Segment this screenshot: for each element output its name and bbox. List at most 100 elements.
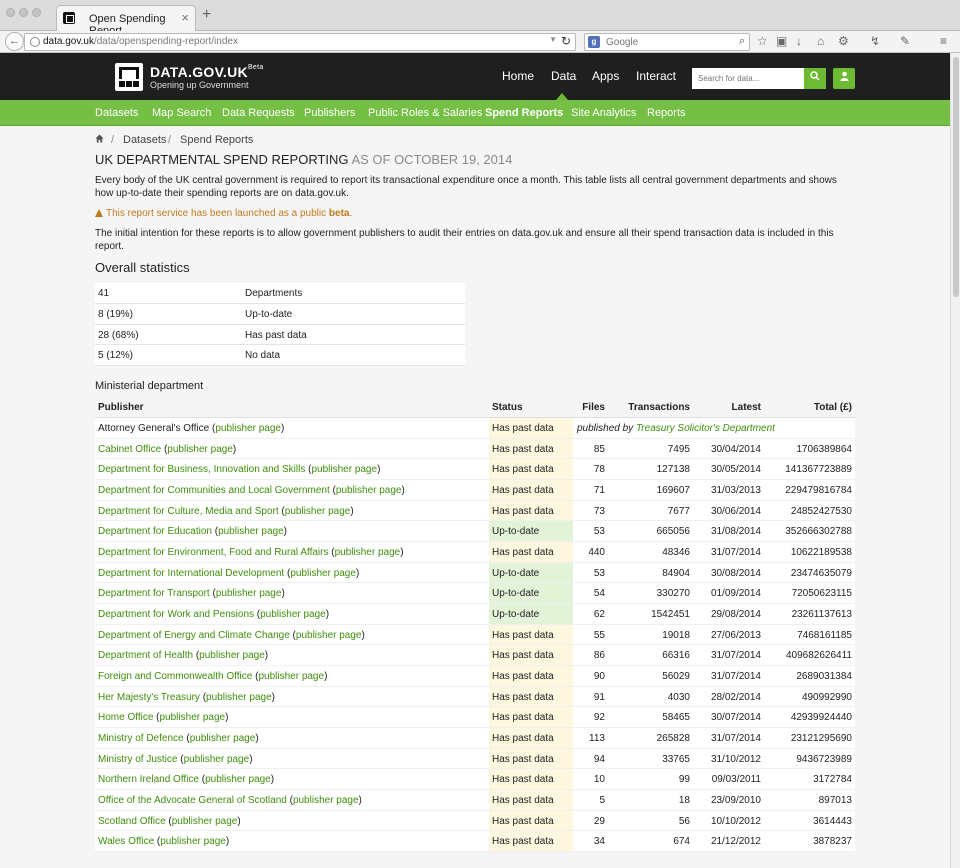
scrollbar-thumb[interactable]: [953, 57, 959, 297]
publisher-page-link[interactable]: publisher page: [215, 423, 281, 434]
publisher-name[interactable]: Wales Office: [98, 836, 154, 847]
site-search-button[interactable]: [804, 68, 826, 89]
breadcrumb-separator: /: [168, 134, 172, 146]
publisher-page-link[interactable]: publisher page: [293, 795, 359, 806]
publisher-name[interactable]: Department for Communities and Local Gov…: [98, 485, 330, 496]
publisher-page-link[interactable]: publisher page: [218, 526, 284, 537]
subnav-publishers[interactable]: Publishers: [304, 107, 355, 119]
window-minimize-button[interactable]: [19, 8, 28, 17]
reload-icon[interactable]: ↻: [561, 34, 571, 48]
publisher-name[interactable]: Department for Culture, Media and Sport: [98, 506, 279, 517]
home-icon[interactable]: ⌂: [817, 34, 824, 48]
publisher-page-link[interactable]: publisher page: [216, 588, 282, 599]
user-account-button[interactable]: [833, 68, 855, 89]
subnav-map-search[interactable]: Map Search: [152, 107, 211, 119]
page-scrollbar[interactable]: [950, 53, 960, 868]
publisher-cell: Foreign and Commonwealth Office (publish…: [98, 671, 328, 683]
publisher-name[interactable]: Department of Energy and Climate Change: [98, 630, 290, 641]
publisher-name[interactable]: Scotland Office: [98, 816, 166, 827]
col-latest-header[interactable]: Latest: [732, 402, 761, 413]
topnav-data[interactable]: Data: [551, 69, 576, 83]
browser-tab[interactable]: Open Spending Report ×: [56, 5, 196, 37]
publisher-name[interactable]: Home Office: [98, 712, 153, 723]
publisher-page-link[interactable]: publisher page: [258, 671, 324, 682]
parent-publisher-link[interactable]: Treasury Solicitor's Department: [636, 423, 775, 434]
publisher-page-link[interactable]: publisher page: [311, 464, 377, 475]
publisher-name[interactable]: Department for Education: [98, 526, 212, 537]
gear-icon[interactable]: ⚙: [838, 34, 849, 48]
subnav-site-analytics[interactable]: Site Analytics: [571, 107, 636, 119]
publisher-name[interactable]: Foreign and Commonwealth Office: [98, 671, 252, 682]
publisher-name[interactable]: Department for Work and Pensions: [98, 609, 254, 620]
publisher-page-link[interactable]: publisher page: [160, 712, 226, 723]
extension-icon[interactable]: ↯: [870, 34, 880, 48]
subnav-spend-reports[interactable]: Spend Reports: [485, 107, 563, 119]
bookmark-star-icon[interactable]: ☆: [757, 34, 768, 48]
publisher-page-link[interactable]: publisher page: [167, 444, 233, 455]
col-total-header[interactable]: Total (£): [814, 402, 852, 413]
publisher-page-link[interactable]: publisher page: [260, 609, 326, 620]
publisher-page-link[interactable]: publisher page: [172, 816, 238, 827]
publisher-name[interactable]: Department for Transport: [98, 588, 210, 599]
publisher-page-link[interactable]: publisher page: [184, 754, 250, 765]
close-tab-icon[interactable]: ×: [181, 10, 189, 25]
clipboard-icon[interactable]: ▣: [776, 34, 787, 48]
latest-cell: 30/07/2014: [710, 712, 761, 724]
download-icon[interactable]: ↓: [796, 34, 802, 48]
publisher-page-link[interactable]: publisher page: [199, 650, 265, 661]
search-icon[interactable]: ⌕: [739, 35, 745, 48]
subnav-data-requests[interactable]: Data Requests: [222, 107, 295, 119]
col-transactions-header[interactable]: Transactions: [628, 402, 690, 413]
publisher-name[interactable]: Her Majesty's Treasury: [98, 692, 200, 703]
url-bar[interactable]: data.gov.uk/data/openspending-report/ind…: [24, 33, 576, 51]
publisher-name[interactable]: Cabinet Office: [98, 444, 161, 455]
publisher-page-link[interactable]: publisher page: [160, 836, 226, 847]
col-files-header[interactable]: Files: [582, 402, 605, 413]
topnav-home[interactable]: Home: [502, 69, 534, 83]
col-status-header[interactable]: Status: [492, 402, 523, 413]
publisher-name[interactable]: Ministry of Justice: [98, 754, 177, 765]
publisher-name[interactable]: Department of Health: [98, 650, 193, 661]
breadcrumb-datasets[interactable]: Datasets: [123, 134, 166, 146]
publisher-page-link[interactable]: publisher page: [290, 568, 356, 579]
publisher-page-link[interactable]: publisher page: [206, 692, 272, 703]
subnav-datasets[interactable]: Datasets: [95, 107, 138, 119]
new-tab-icon[interactable]: +: [202, 6, 211, 24]
window-close-button[interactable]: [6, 8, 15, 17]
window-zoom-button[interactable]: [32, 8, 41, 17]
col-publisher-header[interactable]: Publisher: [98, 402, 144, 413]
stats-value: 8 (19%): [98, 308, 134, 320]
url-dropdown-icon[interactable]: ▼: [549, 35, 557, 44]
publisher-page-link[interactable]: publisher page: [335, 547, 401, 558]
publisher-name[interactable]: Department for Environment, Food and Rur…: [98, 547, 328, 558]
publisher-page-link[interactable]: publisher page: [336, 485, 402, 496]
topnav-apps[interactable]: Apps: [592, 69, 619, 83]
topnav-interact[interactable]: Interact: [636, 69, 676, 83]
publisher-page-link[interactable]: publisher page: [285, 506, 351, 517]
publisher-page-link[interactable]: publisher page: [190, 733, 256, 744]
breadcrumb-home-icon[interactable]: [95, 134, 104, 143]
site-logo-icon[interactable]: [115, 63, 143, 91]
beta-link[interactable]: beta: [329, 208, 350, 219]
site-logo-name[interactable]: DATA.GOV.UKBeta: [150, 64, 264, 80]
subnav-reports[interactable]: Reports: [647, 107, 686, 119]
publisher-page-link[interactable]: publisher page: [296, 630, 362, 641]
publisher-name[interactable]: Office of the Advocate General of Scotla…: [98, 795, 287, 806]
latest-cell: 28/02/2014: [710, 691, 761, 703]
publisher-name[interactable]: Department for International Development: [98, 568, 284, 579]
subnav-public-roles[interactable]: Public Roles & Salaries: [368, 107, 482, 119]
pen-icon[interactable]: ✎: [900, 34, 910, 48]
stats-label: Has past data: [245, 329, 307, 341]
publisher-name[interactable]: Ministry of Defence: [98, 733, 184, 744]
publisher-cell: Attorney General's Office (publisher pag…: [98, 423, 285, 434]
site-search-input[interactable]: [692, 68, 804, 89]
publisher-page-link[interactable]: publisher page: [205, 774, 271, 785]
publisher-name[interactable]: Northern Ireland Office: [98, 774, 199, 785]
url-text[interactable]: data.gov.uk/data/openspending-report/ind…: [43, 36, 238, 47]
menu-icon[interactable]: ≡: [940, 34, 947, 48]
back-arrow-icon[interactable]: ←: [5, 32, 24, 51]
publisher-name[interactable]: Department for Business, Innovation and …: [98, 464, 305, 475]
google-icon[interactable]: g: [588, 36, 600, 48]
browser-search-box[interactable]: g Google ⌕: [584, 33, 750, 51]
breadcrumb-spend-reports[interactable]: Spend Reports: [180, 134, 253, 146]
